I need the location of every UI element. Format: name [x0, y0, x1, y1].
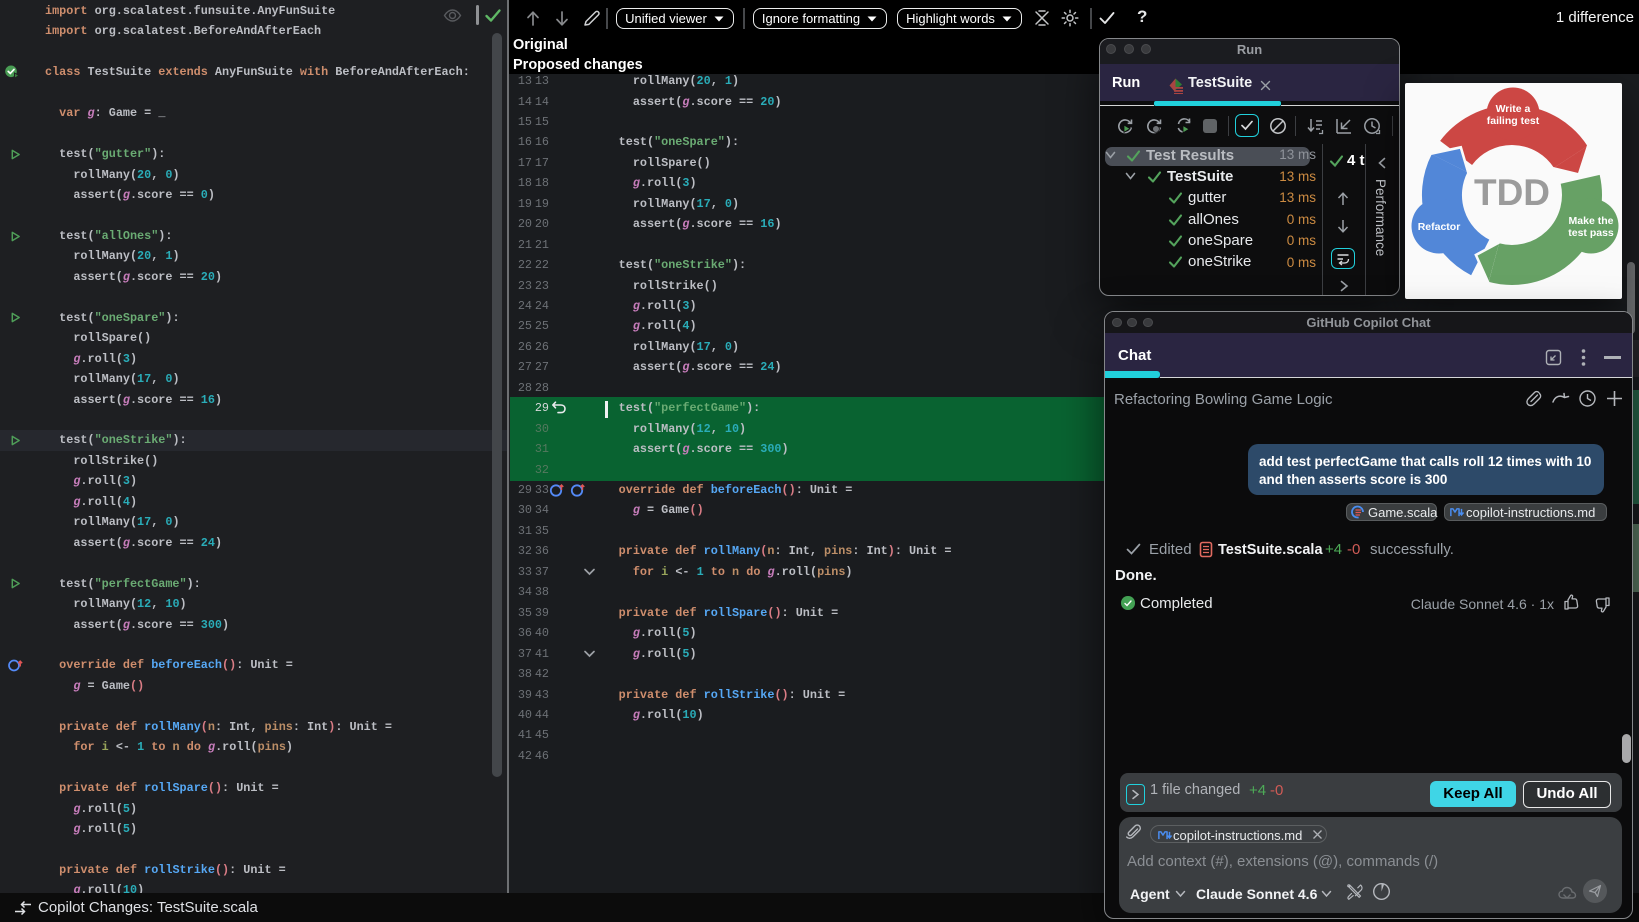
svg-text:TDD: TDD — [1474, 172, 1550, 213]
svg-text:failing test: failing test — [1487, 115, 1540, 127]
svg-text:Write a: Write a — [1496, 103, 1531, 115]
svg-text:Refactor: Refactor — [1418, 221, 1461, 233]
svg-text:Make the: Make the — [1569, 215, 1614, 227]
svg-text:test pass: test pass — [1568, 227, 1614, 239]
